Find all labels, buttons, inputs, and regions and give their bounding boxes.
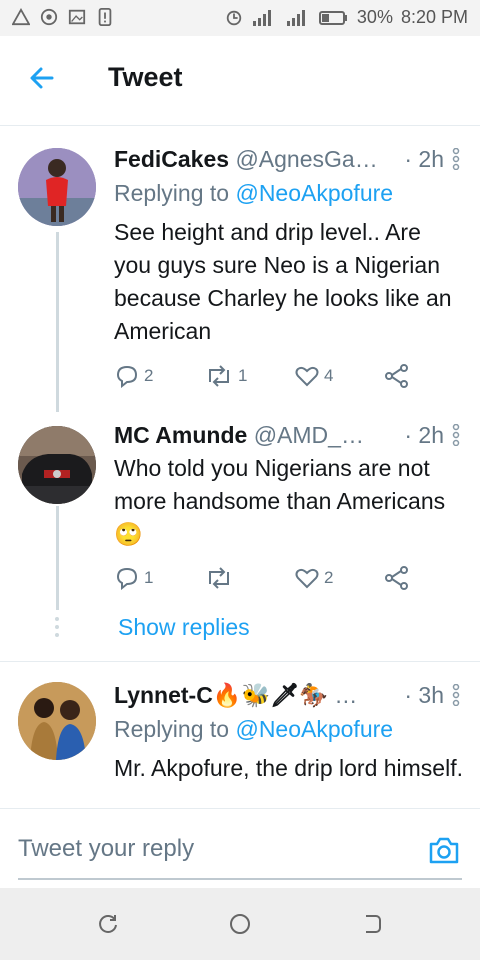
replying-handle-link[interactable]: @NeoAkpofure [235,180,393,206]
clock: 8:20 PM [400,7,468,27]
system-nav-bar [0,888,480,960]
reply-button[interactable]: 1 [114,566,204,590]
back-arrow-icon[interactable] [28,64,56,92]
signal-icon [252,9,271,26]
tweet-header: FediCakes @AgnesGa… [114,146,378,173]
camera-icon[interactable] [428,835,460,865]
more-options-icon[interactable] [452,148,460,170]
retweet-icon [209,365,229,387]
thread-line [56,232,59,412]
retweet-icon [209,567,229,589]
like-count: 4 [324,366,334,385]
retweet-button[interactable] [204,566,294,590]
sync-icon [226,10,242,25]
timestamp: · 2h [404,422,444,448]
reply-tweet[interactable]: FediCakes @AgnesGa… · 2h Replying to @Ne… [0,136,480,412]
app-bar: Tweet [0,36,480,120]
warning-icon [12,8,30,26]
reply-input[interactable]: Tweet your reply [18,835,194,863]
display-name[interactable]: Lynnet-C🔥🐝🗡🏇 [114,682,328,708]
recent-apps-icon[interactable] [96,912,120,936]
timestamp: · 3h [404,682,444,708]
like-count: 2 [324,568,334,587]
tweet-text: See height and drip level.. Are you guys… [114,219,452,344]
tweet-text: Mr. Akpofure, the drip lord himself. [114,755,463,781]
heart-icon [295,568,319,589]
tweet-header: Lynnet-C🔥🐝🗡🏇 … [114,682,357,709]
share-icon [385,364,408,388]
reply-tweet[interactable]: MC Amunde @AMD_… · 2h Who told you Niger… [0,412,480,660]
page-title: Tweet [108,62,183,92]
replying-label: Replying to [114,180,230,206]
reply-icon [116,365,138,388]
battery-percent: 30% [356,7,393,27]
tweet-actions: 1 2 [114,566,474,590]
replying-to: Replying to @NeoAkpofure [114,716,393,743]
like-button[interactable]: 4 [294,364,384,388]
back-icon[interactable] [360,912,384,936]
replying-to: Replying to @NeoAkpofure [114,180,393,207]
tweet-divider [0,661,480,662]
thread-dots-icon [55,617,59,637]
gallery-icon [68,9,86,25]
avatar[interactable] [18,682,96,760]
show-replies-link[interactable]: Show replies [118,614,250,641]
reply-composer: Tweet your reply [0,808,480,889]
retweet-button[interactable]: 1 [204,364,294,388]
tweet-text: Who told you Nigerians are not more hand… [114,455,446,547]
avatar[interactable] [18,148,96,226]
reply-button[interactable]: 2 [114,364,204,388]
status-bar: 30% 8:20 PM [0,0,480,36]
more-options-icon[interactable] [452,684,460,706]
reply-icon [116,567,138,590]
signal-2-icon [286,9,305,26]
chrome-icon [40,8,58,26]
status-left-icons [12,8,114,26]
battery-icon [318,10,347,25]
share-button[interactable] [384,364,474,388]
display-name[interactable]: MC Amunde [114,422,247,448]
reply-count: 1 [144,568,154,587]
user-handle[interactable]: @AMD_… [254,422,364,448]
display-name[interactable]: FediCakes [114,146,229,172]
tweet-header: MC Amunde @AMD_… [114,422,364,449]
reply-count: 2 [144,366,154,385]
replying-handle-link[interactable]: @NeoAkpofure [235,716,393,742]
share-icon [385,566,408,590]
retweet-count: 1 [238,366,248,385]
reply-input-underline [18,878,462,880]
tweet-actions: 2 1 4 [114,364,474,388]
more-options-icon[interactable] [452,424,460,446]
timestamp: · 2h [404,146,444,172]
home-icon[interactable] [228,912,252,936]
thread-line [56,506,59,610]
share-button[interactable] [384,566,474,590]
replying-label: Replying to [114,716,230,742]
user-handle[interactable]: @AgnesGa… [235,146,377,172]
heart-icon [295,366,319,387]
status-right: 30% 8:20 PM [225,7,468,28]
user-handle[interactable]: … [334,682,357,708]
avatar[interactable] [18,426,96,504]
reply-tweet[interactable]: Lynnet-C🔥🐝🗡🏇 … · 3h Replying to @NeoAkpo… [0,672,480,808]
like-button[interactable]: 2 [294,566,384,590]
alert-icon [98,8,112,26]
header-divider [0,119,480,126]
